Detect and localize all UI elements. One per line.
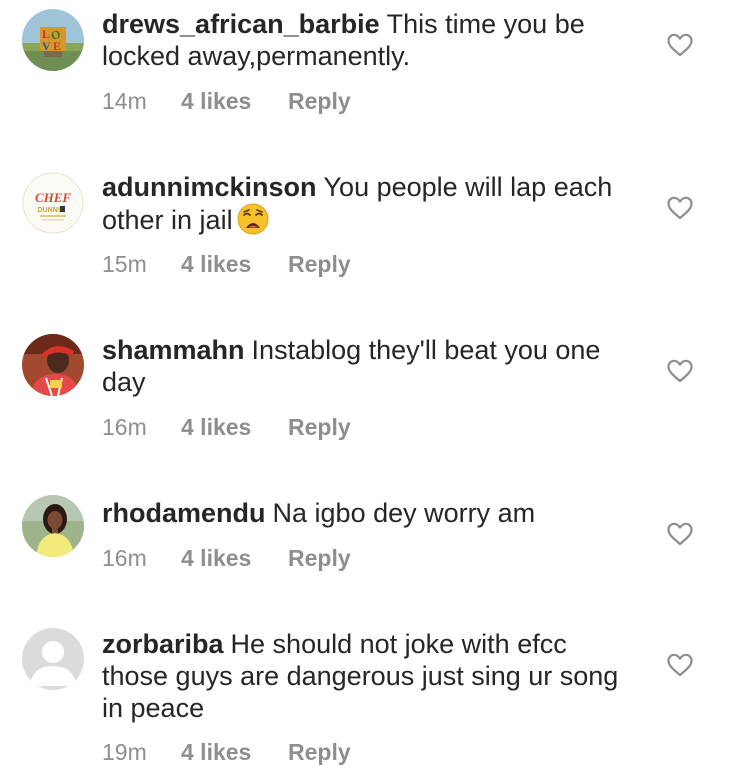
comment-meta: 14m 4 likes Reply bbox=[102, 88, 351, 115]
comment-username[interactable]: drews_african_barbie bbox=[102, 9, 380, 39]
comment-item: rhodamendu Na igbo dey worry am 16m 4 like… bbox=[0, 486, 732, 617]
like-heart-icon[interactable] bbox=[667, 359, 693, 383]
comment-text: rhodamendu Na igbo dey worry am bbox=[102, 497, 622, 529]
avatar[interactable] bbox=[22, 495, 84, 557]
likes-count-button[interactable]: 4 likes bbox=[181, 739, 288, 766]
comment-username[interactable]: shammahn bbox=[102, 335, 245, 365]
comment-timestamp: 16m bbox=[102, 545, 147, 571]
likes-count-button[interactable]: 4 likes bbox=[181, 414, 288, 441]
comment-text: adunnimckinson You people will lap each o… bbox=[102, 171, 622, 236]
like-heart-icon[interactable] bbox=[667, 522, 693, 546]
weary-face-emoji-icon bbox=[237, 203, 269, 235]
comment-text: zorbariba He should not joke with efcc th… bbox=[102, 628, 622, 724]
likes-count-button[interactable]: 4 likes bbox=[181, 545, 288, 572]
comment-timestamp: 16m bbox=[102, 414, 147, 440]
default-profile-icon bbox=[22, 628, 84, 690]
comment-meta: 16m 4 likes Reply bbox=[102, 414, 351, 441]
reply-button[interactable]: Reply bbox=[288, 414, 351, 441]
svg-text:CHEF: CHEF bbox=[35, 190, 71, 205]
reply-button[interactable]: Reply bbox=[288, 545, 351, 572]
avatar[interactable] bbox=[22, 334, 84, 396]
comment-content: Na igbo dey worry am bbox=[272, 498, 536, 528]
avatar[interactable]: CHEF DUNNS bbox=[22, 172, 84, 234]
comment-username[interactable]: rhodamendu bbox=[102, 498, 266, 528]
comment-username[interactable]: zorbariba bbox=[102, 629, 224, 659]
likes-count-button[interactable]: 4 likes bbox=[181, 251, 288, 278]
love-sculpture-icon: L O V E bbox=[22, 9, 84, 71]
comment-text: shammahn Instablog they'll beat you one d… bbox=[102, 334, 622, 398]
comment-item: CHEF DUNNS adunnimckinson You people will… bbox=[0, 160, 732, 323]
likes-count-button[interactable]: 4 likes bbox=[181, 88, 288, 115]
svg-text:DUNNS: DUNNS bbox=[38, 207, 63, 214]
reply-button[interactable]: Reply bbox=[288, 739, 351, 766]
chef-dunns-logo-icon: CHEF DUNNS bbox=[22, 172, 84, 234]
comment-username[interactable]: adunnimckinson bbox=[102, 172, 317, 202]
reply-button[interactable]: Reply bbox=[288, 88, 351, 115]
comment-item: zorbariba He should not joke with efcc th… bbox=[0, 617, 732, 766]
person-red-cap-icon bbox=[22, 334, 84, 396]
comment-meta: 15m 4 likes Reply bbox=[102, 251, 351, 278]
comment-item: L O V E drews_african_barbie This time yo… bbox=[0, 0, 732, 160]
comment-timestamp: 15m bbox=[102, 251, 147, 277]
comment-text: drews_african_barbie This time you be loc… bbox=[102, 8, 622, 72]
comment-meta: 19m 4 likes Reply bbox=[102, 739, 351, 766]
like-heart-icon[interactable] bbox=[667, 33, 693, 57]
comment-timestamp: 19m bbox=[102, 739, 147, 765]
svg-text:E: E bbox=[53, 39, 61, 53]
avatar[interactable] bbox=[22, 628, 84, 690]
comment-timestamp: 14m bbox=[102, 88, 147, 114]
like-heart-icon[interactable] bbox=[667, 653, 693, 677]
comment-item: shammahn Instablog they'll beat you one d… bbox=[0, 323, 732, 486]
woman-yellow-top-icon bbox=[22, 495, 84, 557]
svg-text:V: V bbox=[42, 39, 51, 53]
comment-meta: 16m 4 likes Reply bbox=[102, 545, 351, 572]
like-heart-icon[interactable] bbox=[667, 196, 693, 220]
reply-button[interactable]: Reply bbox=[288, 251, 351, 278]
avatar[interactable]: L O V E bbox=[22, 9, 84, 71]
